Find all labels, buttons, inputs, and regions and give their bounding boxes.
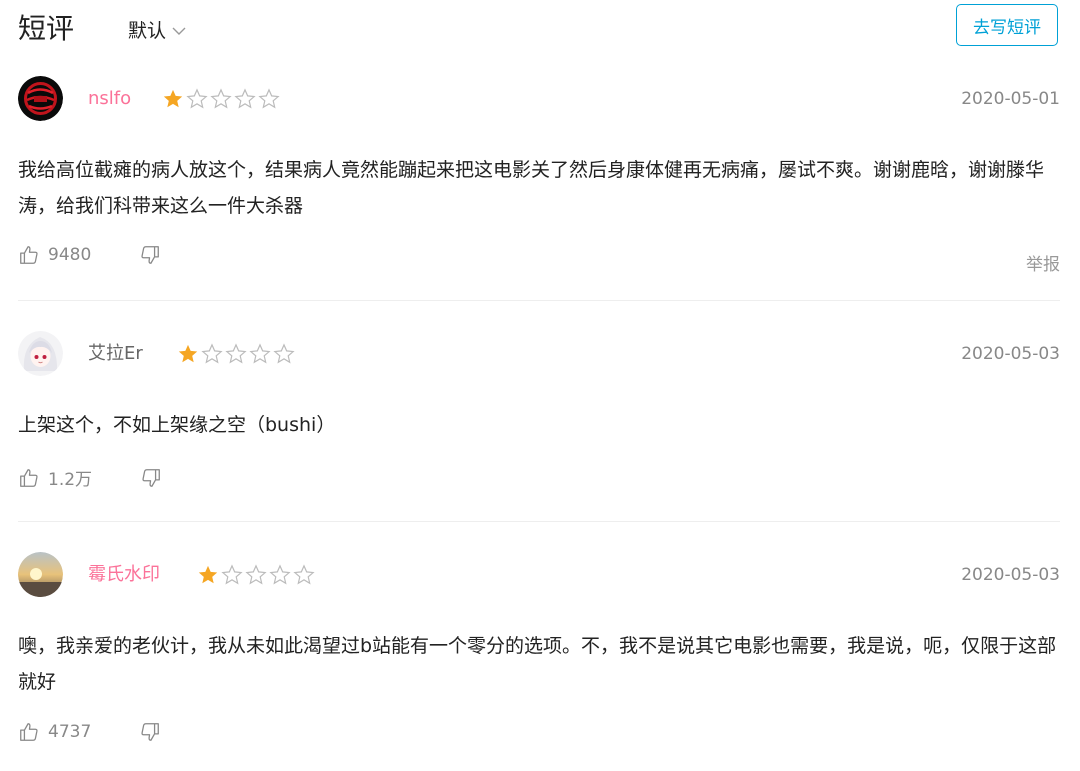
thumbs-down-icon [142,468,160,487]
reviews-header: 短评 默认 去写短评 [0,0,1080,60]
star-empty-icon [293,564,315,585]
like-count: 1.2万 [48,470,93,490]
star-empty-icon [249,343,271,364]
username[interactable]: nslfo [88,87,131,111]
review-actions: 4737 [18,721,161,743]
review-text: 上架这个，不如上架缘之空（bushi） [18,414,336,436]
star-empty-icon [201,343,223,364]
report-link[interactable]: 举报 [1026,250,1060,275]
avatar[interactable] [18,331,63,376]
review-text: 我给高位截瘫的病人放这个，结果病人竟然能蹦起来把这电影关了然后身康体健再无病痛，… [18,159,1045,217]
review-actions: 1.2万 [18,465,162,490]
divider [18,521,1060,522]
star-filled-icon [178,344,198,363]
page-title: 短评 [18,12,75,45]
review-date: 2020-05-03 [961,344,1060,364]
thumbs-up-icon [20,723,38,741]
like-count: 4737 [48,722,92,742]
username[interactable]: 艾拉Er [88,342,143,366]
avatar[interactable] [18,76,63,121]
like-button[interactable]: 1.2万 [18,465,92,490]
review-actions: 9480 [18,244,161,266]
review-text: 噢，我亲爱的老伙计，我从未如此渴望过b站能有一个零分的选项。不，我不是说其它电影… [18,635,1057,693]
dislike-button[interactable] [139,721,161,743]
thumbs-down-icon [141,723,160,741]
star-empty-icon [186,88,208,109]
avatar[interactable] [18,552,63,597]
star-empty-icon [210,88,232,109]
divider [18,300,1060,301]
thumbs-down-icon [141,246,160,264]
star-empty-icon [245,564,267,585]
star-empty-icon [269,564,291,585]
write-review-button[interactable]: 去写短评 [956,4,1058,46]
star-rating [177,343,295,365]
thumbs-up-icon [20,246,38,264]
dislike-button[interactable] [139,244,161,266]
star-filled-icon [198,565,218,584]
sort-label: 默认 [128,20,167,42]
review-date: 2020-05-01 [961,89,1060,109]
star-rating [197,564,315,586]
star-empty-icon [234,88,256,109]
star-filled-icon [163,89,183,108]
like-count: 9480 [48,245,92,265]
star-empty-icon [258,88,280,109]
like-button[interactable]: 4737 [18,721,91,743]
username[interactable]: 霉氏水印 [88,563,160,587]
dislike-button[interactable] [140,467,162,489]
thumbs-up-icon [20,468,38,487]
chevron-down-icon [172,27,186,35]
star-empty-icon [221,564,243,585]
review-date: 2020-05-03 [961,565,1060,585]
like-button[interactable]: 9480 [18,244,91,266]
sort-dropdown[interactable]: 默认 [128,18,186,44]
star-empty-icon [273,343,295,364]
star-empty-icon [225,343,247,364]
star-rating [162,88,280,110]
